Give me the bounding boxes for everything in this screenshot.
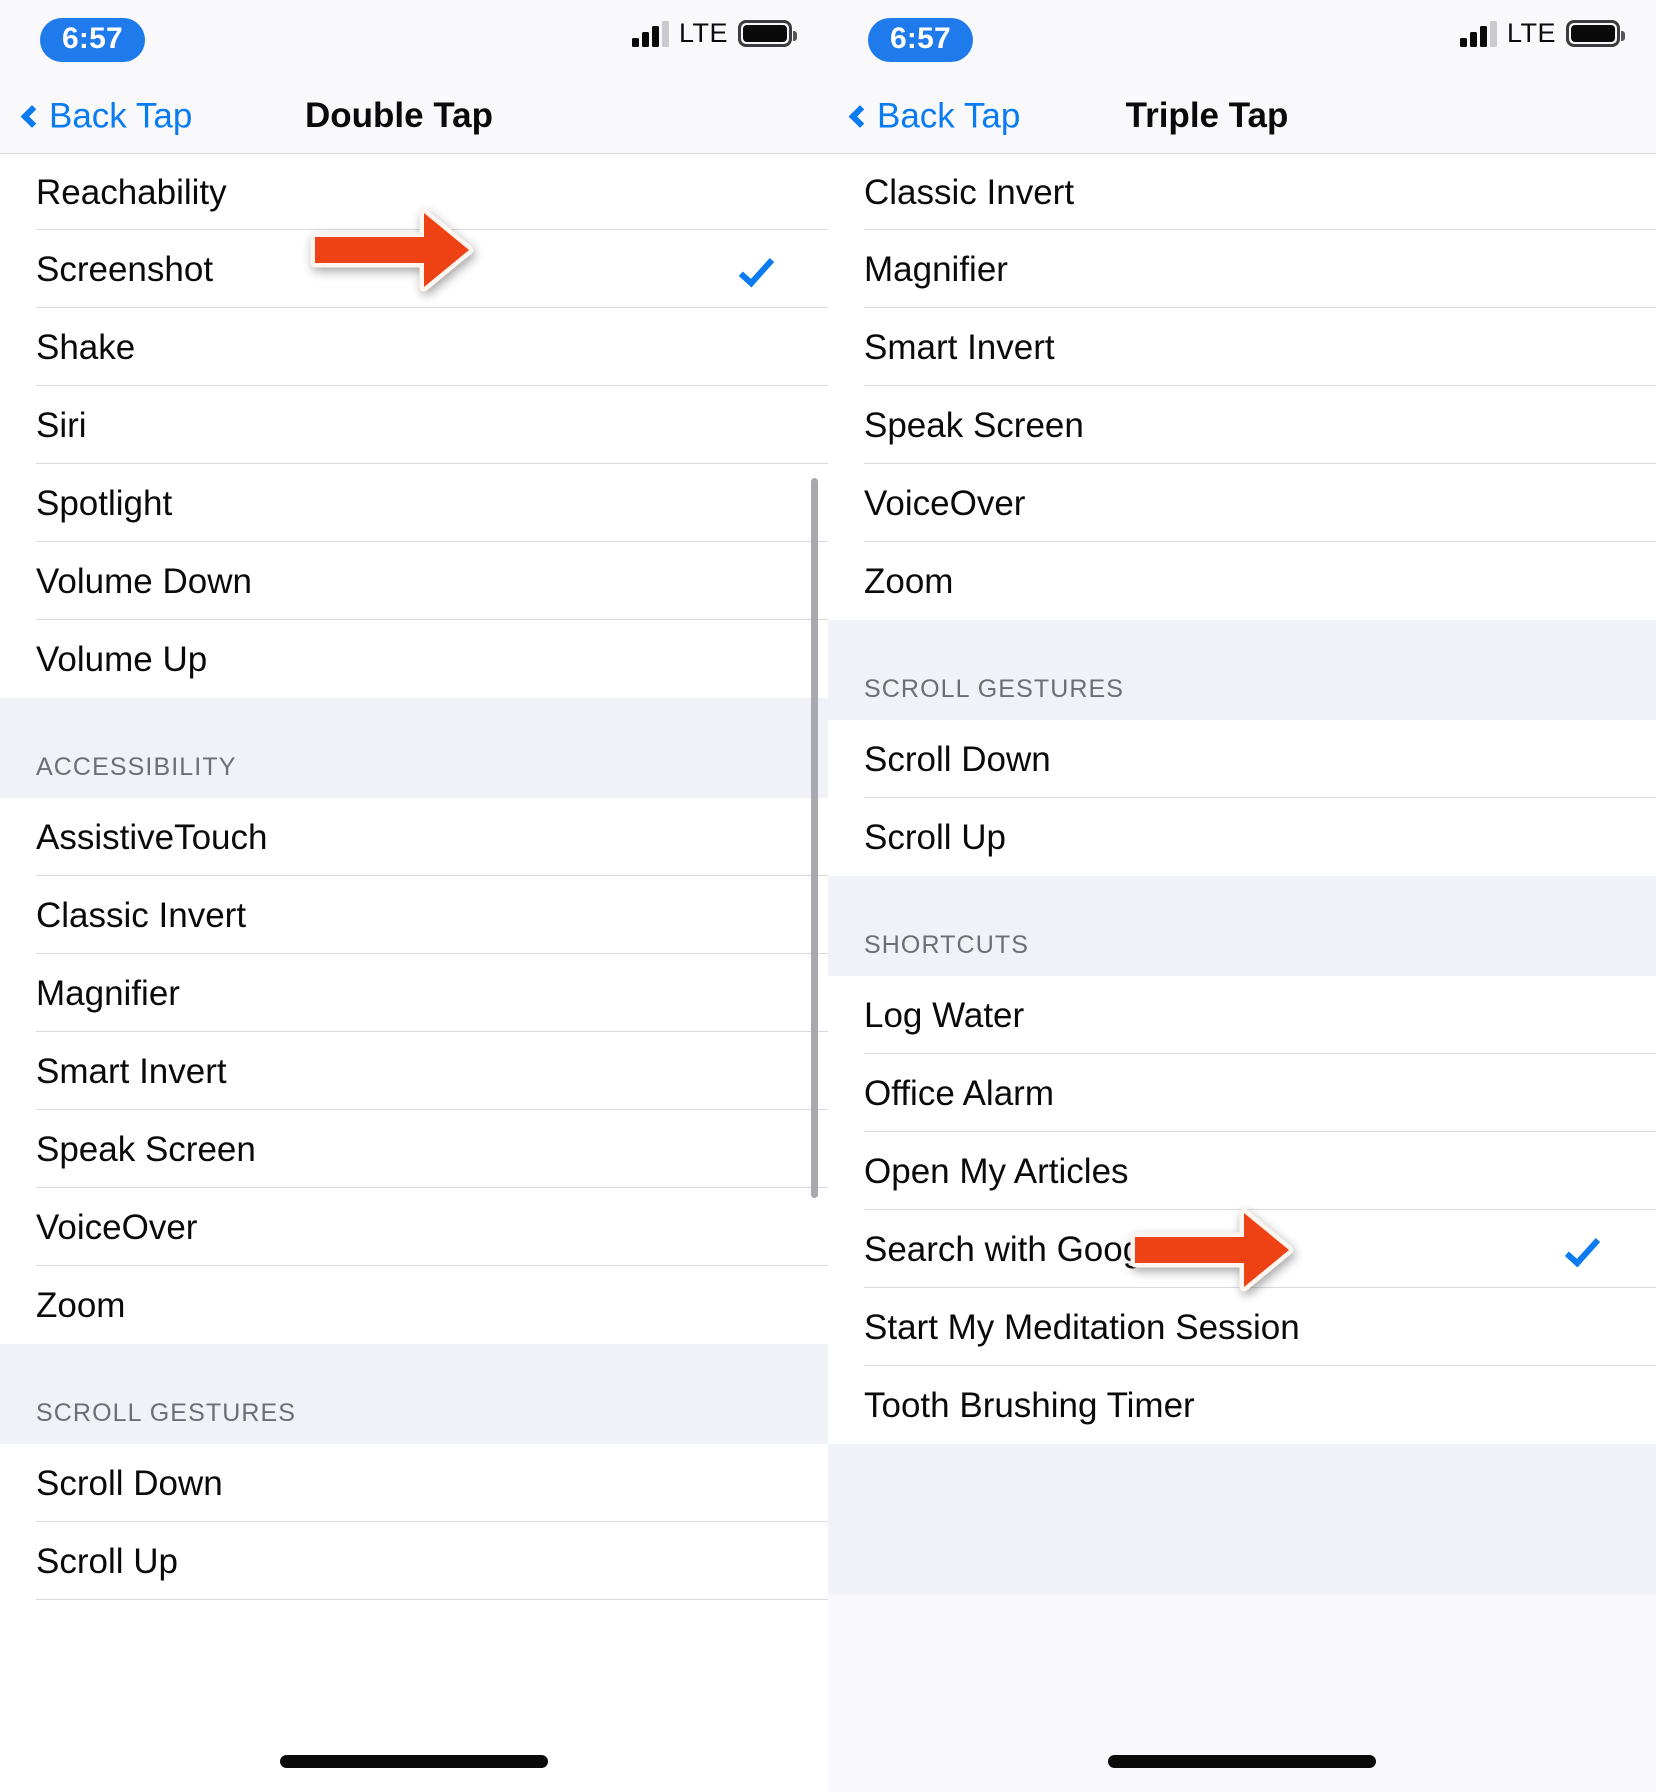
list-item[interactable]: Smart Invert	[828, 308, 1656, 386]
list-item-label: Scroll Up	[36, 1541, 178, 1581]
phone-panel-triple-tap: 6:57 LTE Back Tap Triple Tap Classic Inv…	[828, 0, 1656, 1792]
nav-bar: Back Tap Double Tap	[0, 78, 828, 154]
list-item-label: Screenshot	[36, 249, 214, 289]
section-header-label: ACCESSIBILITY	[36, 753, 237, 781]
list-item-label: Spotlight	[36, 483, 173, 523]
list-item[interactable]: Magnifier	[0, 954, 828, 1032]
list-item[interactable]: Tooth Brushing Timer	[828, 1366, 1656, 1444]
section-header-label: SHORTCUTS	[864, 931, 1030, 959]
section-header-scroll-gestures: SCROLL GESTURES	[828, 620, 1656, 720]
home-indicator	[280, 1755, 548, 1768]
list-item[interactable]: Zoom	[0, 1266, 828, 1344]
list-item-label: Speak Screen	[36, 1129, 256, 1169]
cellular-signal-icon	[1459, 20, 1497, 47]
status-indicators: LTE	[1459, 18, 1625, 48]
list-item-label: Siri	[36, 405, 87, 445]
list-item[interactable]: Scroll Up	[0, 1522, 828, 1600]
list-item-label: Smart Invert	[36, 1051, 227, 1091]
nav-bar: Back Tap Triple Tap	[828, 78, 1656, 154]
section-header-accessibility: ACCESSIBILITY	[0, 698, 828, 798]
list-item-label: Scroll Down	[864, 739, 1051, 779]
status-bar: 6:57 LTE	[828, 0, 1656, 78]
list-item-label: Classic Invert	[864, 172, 1075, 212]
checkmark-icon	[1564, 1230, 1614, 1272]
status-clock: 6:57	[40, 18, 145, 62]
list-item[interactable]: Shake	[0, 308, 828, 386]
list-item[interactable]: Volume Down	[0, 542, 828, 620]
list-item-label: Scroll Down	[36, 1463, 223, 1503]
list-item-label: VoiceOver	[864, 483, 1026, 523]
list-item-label: Zoom	[864, 561, 954, 601]
list-item-label: Search with Google	[864, 1229, 1170, 1269]
section-header-scroll-gestures: SCROLL GESTURES	[0, 1344, 828, 1444]
list-item[interactable]: Speak Screen	[828, 386, 1656, 464]
battery-icon	[738, 20, 797, 47]
list-item-label: Open My Articles	[864, 1151, 1129, 1191]
list-item[interactable]: Classic Invert	[828, 154, 1656, 230]
list-item-label: Speak Screen	[864, 405, 1084, 445]
list-item[interactable]: Magnifier	[828, 230, 1656, 308]
screenshot-stage: 6:57 LTE Back Tap Double Tap Reachabilit…	[0, 0, 1656, 1792]
vertical-scrollbar[interactable]	[811, 478, 818, 1198]
section-header-shortcuts: SHORTCUTS	[828, 876, 1656, 976]
network-type-label: LTE	[1506, 18, 1556, 48]
list-bottom-filler	[828, 1444, 1656, 1594]
list-item-label: VoiceOver	[36, 1207, 198, 1247]
settings-list-triple-tap: Classic Invert Magnifier Smart Invert Sp…	[828, 154, 1656, 1594]
row-divider	[36, 1599, 828, 1600]
list-item[interactable]: VoiceOver	[0, 1188, 828, 1266]
list-item[interactable]: Zoom	[828, 542, 1656, 620]
status-bar: 6:57 LTE	[0, 0, 828, 78]
list-item-label: Magnifier	[864, 249, 1008, 289]
list-item-label: Classic Invert	[36, 895, 247, 935]
list-item[interactable]: Siri	[0, 386, 828, 464]
list-item[interactable]: Spotlight	[0, 464, 828, 542]
list-item-label: Reachability	[36, 172, 227, 212]
network-type-label: LTE	[678, 18, 728, 48]
list-item[interactable]: Speak Screen	[0, 1110, 828, 1188]
list-item-label: Scroll Up	[864, 817, 1006, 857]
battery-icon	[1566, 20, 1625, 47]
page-title: Triple Tap	[1125, 95, 1289, 135]
settings-list-double-tap: Reachability Screenshot Shake Siri Spotl…	[0, 154, 828, 1600]
list-item-label: Volume Down	[36, 561, 252, 601]
list-item-label: Tooth Brushing Timer	[864, 1385, 1195, 1425]
list-item[interactable]: Start My Meditation Session	[828, 1288, 1656, 1366]
list-item-label: Magnifier	[36, 973, 180, 1013]
checkmark-icon	[738, 250, 788, 292]
list-item[interactable]: Scroll Down	[0, 1444, 828, 1522]
list-item[interactable]: AssistiveTouch	[0, 798, 828, 876]
list-item-label: Volume Up	[36, 639, 208, 679]
list-item[interactable]: Scroll Down	[828, 720, 1656, 798]
section-header-label: SCROLL GESTURES	[36, 1399, 297, 1427]
status-indicators: LTE	[631, 18, 797, 48]
list-item[interactable]: Office Alarm	[828, 1054, 1656, 1132]
list-item-label: Start My Meditation Session	[864, 1307, 1300, 1347]
page-title: Double Tap	[305, 95, 493, 135]
phone-panel-double-tap: 6:57 LTE Back Tap Double Tap Reachabilit…	[0, 0, 828, 1792]
list-item[interactable]: Open My Articles	[828, 1132, 1656, 1210]
list-item[interactable]: Volume Up	[0, 620, 828, 698]
list-item-label: Office Alarm	[864, 1073, 1054, 1113]
annotation-arrow-screenshot	[310, 208, 474, 292]
section-header-label: SCROLL GESTURES	[864, 675, 1125, 703]
list-item-label: AssistiveTouch	[36, 817, 268, 857]
list-item[interactable]: VoiceOver	[828, 464, 1656, 542]
list-item[interactable]: Smart Invert	[0, 1032, 828, 1110]
list-item-label: Shake	[36, 327, 136, 367]
list-item-label: Smart Invert	[864, 327, 1055, 367]
list-item[interactable]: Log Water	[828, 976, 1656, 1054]
status-clock: 6:57	[868, 18, 973, 62]
list-item[interactable]: Classic Invert	[0, 876, 828, 954]
home-indicator	[1108, 1755, 1376, 1768]
annotation-arrow-search-with-google	[1130, 1208, 1294, 1292]
cellular-signal-icon	[631, 20, 669, 47]
list-item-label: Zoom	[36, 1285, 126, 1325]
list-item-label: Log Water	[864, 995, 1025, 1035]
list-item[interactable]: Scroll Up	[828, 798, 1656, 876]
